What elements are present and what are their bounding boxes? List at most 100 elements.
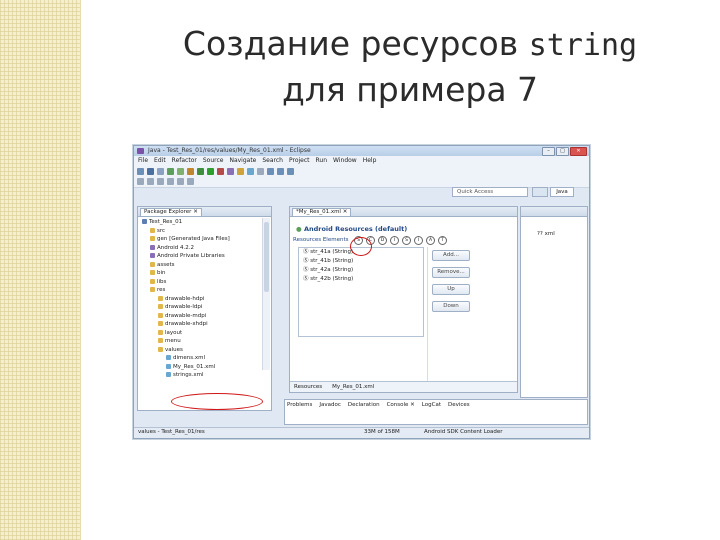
console-tab[interactable]: LogCat: [422, 402, 441, 408]
package-explorer-tab[interactable]: Package Explorer ✕: [140, 208, 202, 216]
tree-item[interactable]: values: [140, 346, 261, 355]
word-wrap-icon[interactable]: [157, 178, 164, 185]
console-tab[interactable]: Javadoc: [319, 402, 341, 408]
menu-project[interactable]: Project: [289, 157, 310, 164]
tree-item[interactable]: assets: [140, 261, 261, 270]
tree-item[interactable]: drawable-mdpi: [140, 312, 261, 321]
block-selection-icon[interactable]: [177, 178, 184, 185]
menu-file[interactable]: File: [138, 157, 148, 164]
debug-icon[interactable]: [197, 168, 204, 175]
scrollbar-thumb[interactable]: [264, 222, 269, 292]
open-type-icon[interactable]: [247, 168, 254, 175]
save-icon[interactable]: [147, 168, 154, 175]
resource-list-item[interactable]: Ⓢ str_42b (String): [299, 275, 423, 284]
down-button[interactable]: Down: [432, 301, 470, 312]
android-sdk-icon[interactable]: [167, 168, 174, 175]
tree-item[interactable]: bin: [140, 269, 261, 278]
resource-type-icon[interactable]: A: [426, 236, 435, 245]
tree-item[interactable]: layout: [140, 329, 261, 338]
forward-icon[interactable]: [287, 168, 294, 175]
tree-item-label: dimens.xml: [173, 355, 206, 361]
outline-item[interactable]: ?? xml: [537, 231, 555, 237]
tree-item[interactable]: res: [140, 286, 261, 295]
run-icon[interactable]: [207, 168, 214, 175]
tree-item[interactable]: drawable-xhdpi: [140, 320, 261, 329]
tree-item[interactable]: src: [140, 227, 261, 236]
menu-edit[interactable]: Edit: [154, 157, 166, 164]
tree-item-label: layout: [165, 329, 183, 336]
tree-item[interactable]: libs: [140, 278, 261, 287]
editor-tab[interactable]: *My_Res_01.xml ✕: [292, 208, 352, 216]
resource-list-item[interactable]: Ⓢ str_41b (String): [299, 257, 423, 266]
resource-list-item[interactable]: Ⓢ str_42a (String): [299, 266, 423, 275]
folder-icon: [150, 278, 155, 284]
menu-help[interactable]: Help: [363, 157, 377, 164]
new-icon[interactable]: [137, 168, 144, 175]
folder-icon: [150, 270, 155, 275]
console-tab[interactable]: Devices: [448, 402, 470, 408]
resource-type-icon[interactable]: D: [378, 236, 387, 245]
window-title: Java - Test_Res_01/res/values/My_Res_01.…: [148, 147, 311, 154]
console-tab[interactable]: Console ✕: [387, 402, 415, 408]
resource-type-icon[interactable]: I: [390, 236, 399, 245]
folder-icon: [158, 321, 163, 326]
tree-item-label: gen [Generated Java Files]: [157, 236, 230, 242]
resource-type-icon[interactable]: I: [414, 236, 423, 245]
resource-type-icon[interactable]: T: [438, 236, 447, 245]
tree-item[interactable]: Test_Res_01: [140, 218, 261, 227]
java-perspective-button[interactable]: Java: [550, 187, 574, 197]
tree-item[interactable]: Android 4.2.2: [140, 244, 261, 253]
menu-navigate[interactable]: Navigate: [229, 157, 256, 164]
xml-file-icon: [166, 363, 171, 369]
console-tab[interactable]: Declaration: [348, 402, 380, 408]
resource-action-buttons: Add... Remove... Up Down: [432, 250, 470, 312]
tree-item[interactable]: drawable-hdpi: [140, 295, 261, 304]
menu-refactor[interactable]: Refactor: [172, 157, 197, 164]
show-whitespace-icon[interactable]: [167, 178, 174, 185]
menu-source[interactable]: Source: [203, 157, 224, 164]
tree-item[interactable]: menu: [140, 337, 261, 346]
tree-item[interactable]: dimens.xml: [140, 354, 261, 363]
external-tools-icon[interactable]: [217, 168, 224, 175]
new-package-icon[interactable]: [227, 168, 234, 175]
quick-access-field[interactable]: Quick Access: [452, 187, 528, 197]
lint-icon[interactable]: [187, 168, 194, 175]
search-icon[interactable]: [257, 168, 264, 175]
maximize-button[interactable]: □: [556, 147, 569, 156]
status-selection: values - Test_Res_01/res: [138, 429, 205, 435]
add-button[interactable]: Add...: [432, 250, 470, 261]
tree-item[interactable]: drawable-ldpi: [140, 303, 261, 312]
resource-list-label: str_42b (String): [310, 276, 354, 282]
tree-item[interactable]: strings.xml: [140, 371, 261, 380]
resources-tab[interactable]: Resources: [294, 384, 322, 390]
minimize-button[interactable]: –: [542, 147, 555, 156]
close-button[interactable]: ✕: [570, 147, 587, 156]
menu-search[interactable]: Search: [262, 157, 283, 164]
toolbar-row-2: [137, 177, 194, 186]
resource-type-icon[interactable]: S: [402, 236, 411, 245]
last-edit-icon[interactable]: [187, 178, 194, 185]
menu-run[interactable]: Run: [316, 157, 328, 164]
console-tab[interactable]: Problems: [287, 402, 312, 408]
tree-scrollbar[interactable]: [262, 218, 270, 370]
resource-list[interactable]: Ⓢ str_41a (String) Ⓢ str_41b (String) Ⓢ st…: [298, 247, 424, 337]
open-perspective-icon[interactable]: [532, 187, 548, 197]
remove-button[interactable]: Remove...: [432, 267, 470, 278]
up-button[interactable]: Up: [432, 284, 470, 295]
toggle-mark-icon[interactable]: [147, 178, 154, 185]
tree-item[interactable]: My_Res_01.xml: [140, 363, 261, 372]
avd-manager-icon[interactable]: [177, 168, 184, 175]
menu-bar: File Edit Refactor Source Navigate Searc…: [134, 156, 589, 165]
next-annotation-icon[interactable]: [267, 168, 274, 175]
folder-icon: [158, 295, 163, 301]
pin-editor-icon[interactable]: [137, 178, 144, 185]
print-icon[interactable]: [157, 168, 164, 175]
resource-list-label: str_41a (String): [310, 249, 354, 255]
xml-source-tab[interactable]: My_Res_01.xml: [332, 384, 374, 390]
tree-item[interactable]: Android Private Libraries: [140, 252, 261, 261]
new-class-icon[interactable]: [237, 168, 244, 175]
tree-item[interactable]: gen [Generated Java Files]: [140, 235, 261, 244]
menu-window[interactable]: Window: [333, 157, 357, 164]
back-icon[interactable]: [277, 168, 284, 175]
folder-icon: [158, 329, 163, 335]
